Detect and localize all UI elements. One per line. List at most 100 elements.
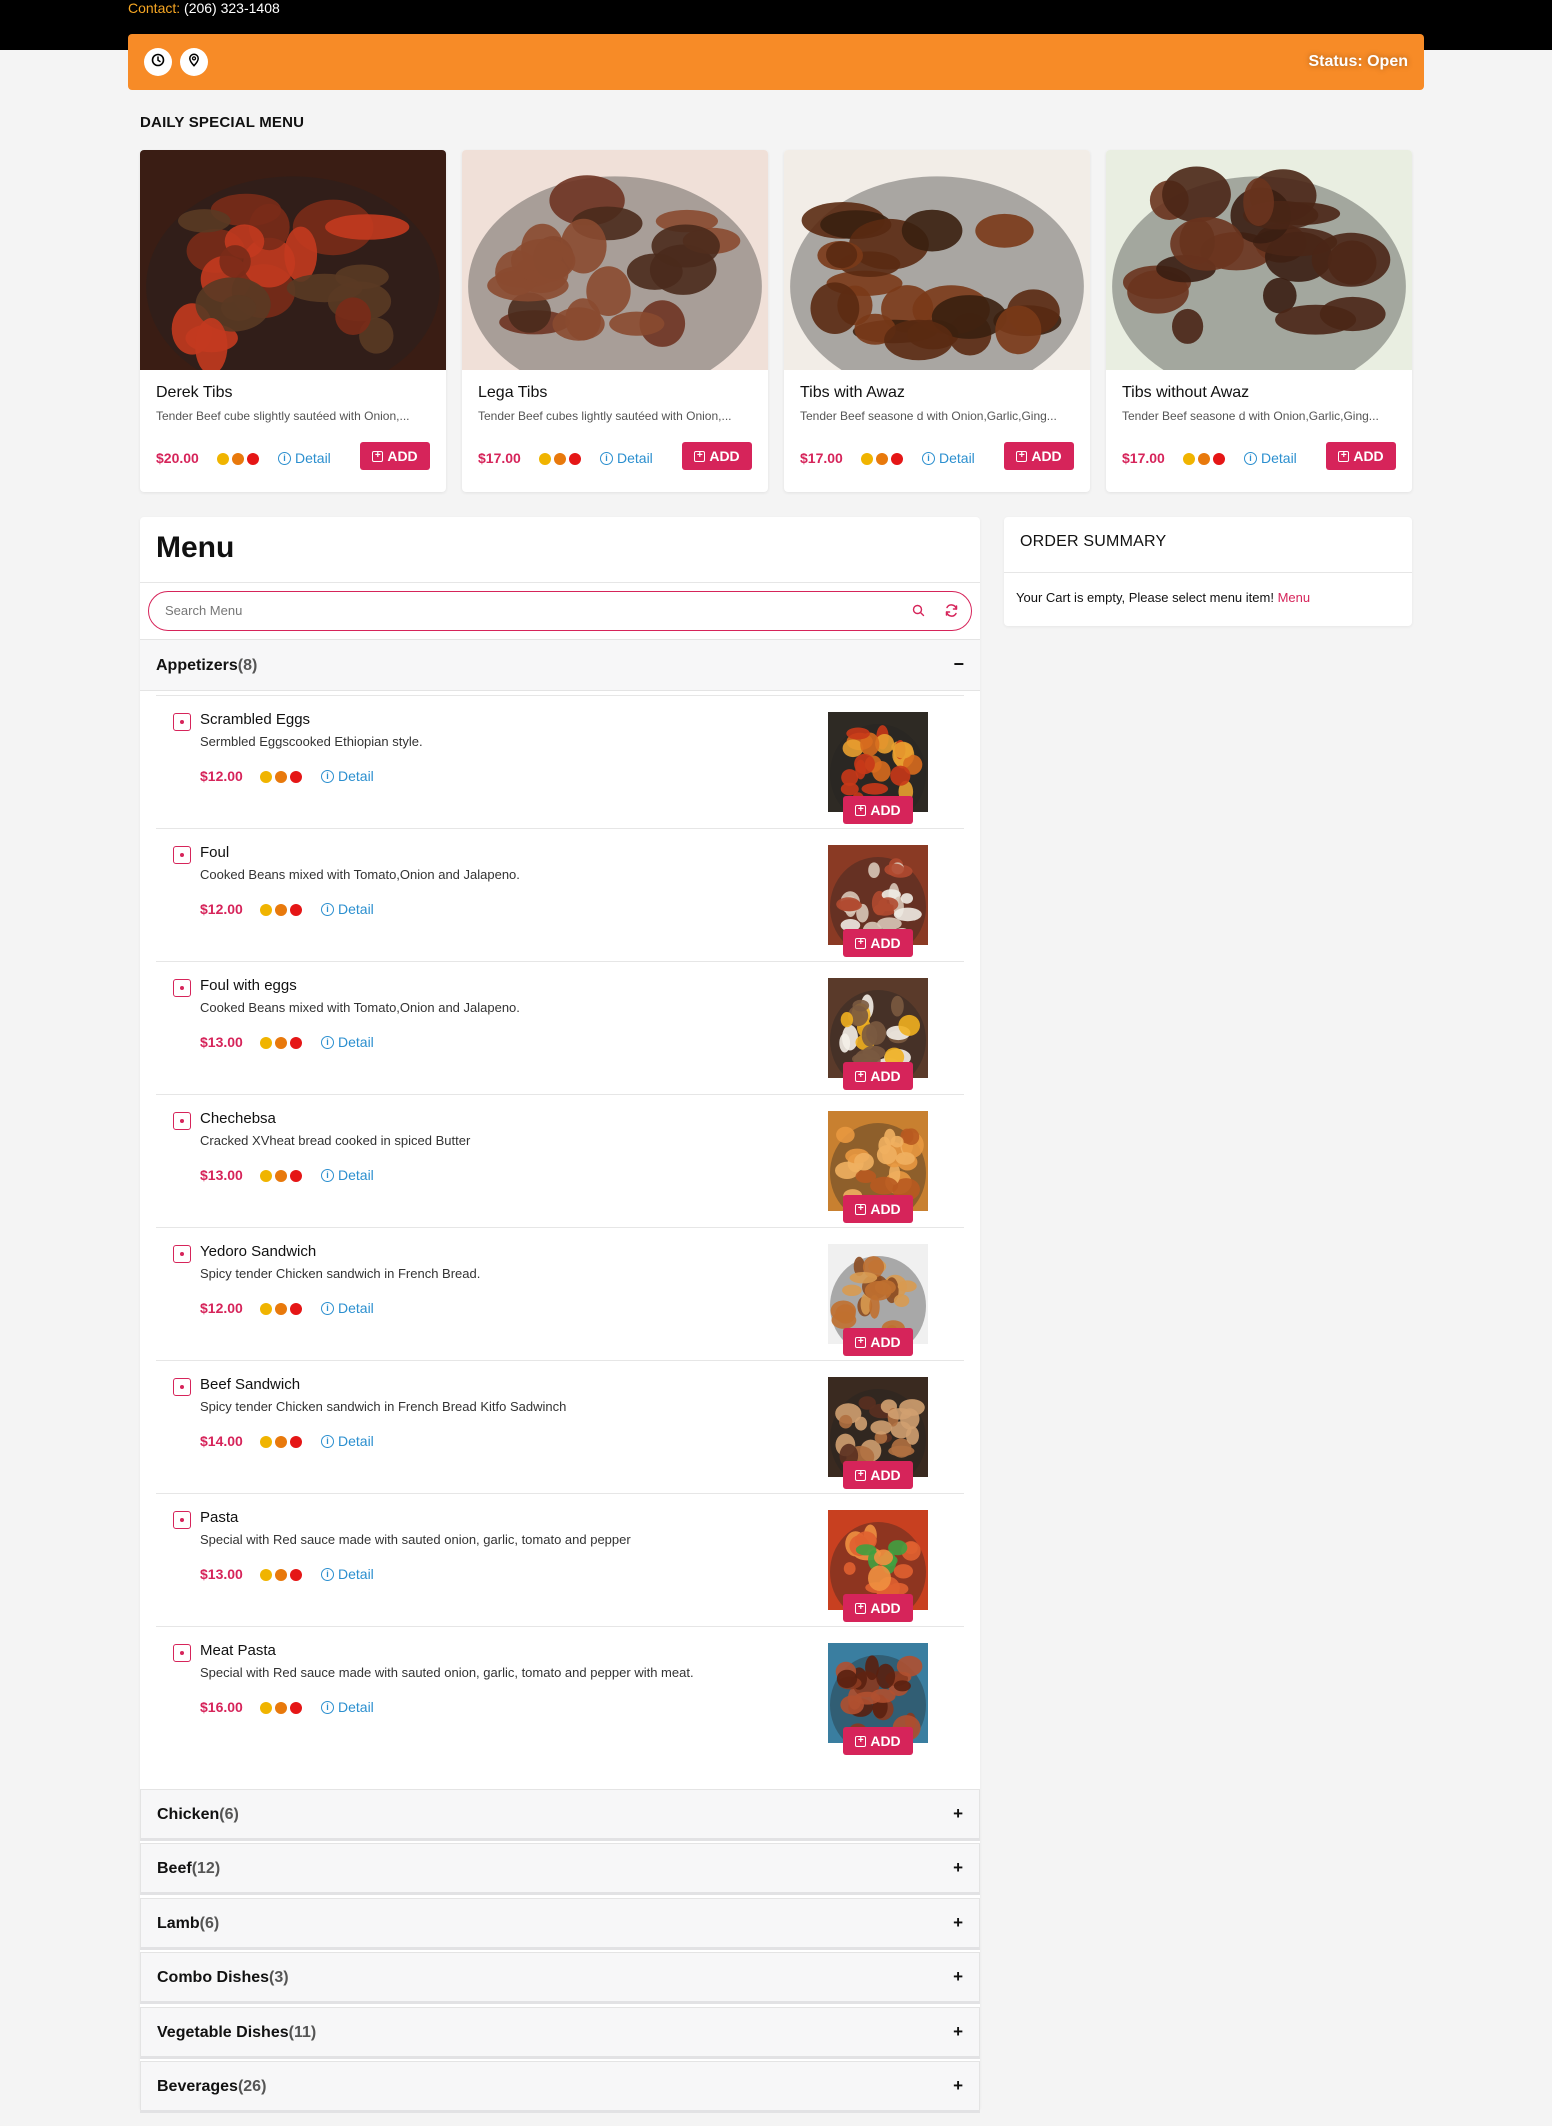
refresh-icon[interactable] — [944, 603, 959, 623]
spice-level-dot — [861, 453, 873, 465]
collapse-icon[interactable]: − — [953, 654, 964, 675]
category-header[interactable]: Vegetable Dishes(11) + — [140, 2006, 980, 2059]
category-header[interactable]: Chicken(6) + — [140, 1789, 980, 1841]
menu-item[interactable]: Pasta Special with Red sauce made with s… — [156, 1493, 964, 1626]
detail-link[interactable]: i Detail — [321, 768, 374, 784]
detail-link[interactable]: i Detail — [321, 1433, 374, 1449]
status-text: Status: Open — [1308, 53, 1408, 70]
detail-link[interactable]: i Detail — [1244, 450, 1297, 466]
contact-phone[interactable]: (206) 323-1408 — [184, 0, 280, 16]
item-description: Special with Red sauce made with sauted … — [200, 1665, 694, 1680]
category-label: Beverages(26) — [157, 2078, 266, 2096]
detail-link[interactable]: i Detail — [922, 450, 975, 466]
expand-icon[interactable]: + — [953, 1967, 963, 1987]
empty-cart-message: Your Cart is empty, Please select menu i… — [1016, 590, 1310, 605]
search-input[interactable] — [165, 592, 865, 629]
menu-item[interactable]: Scrambled Eggs Sermbled Eggscooked Ethio… — [156, 695, 964, 828]
category-header[interactable]: Beverages(26) + — [140, 2061, 980, 2113]
menu-item[interactable]: Yedoro Sandwich Spicy tender Chicken san… — [156, 1227, 964, 1360]
detail-label: Detail — [338, 1566, 374, 1582]
dish-price: $20.00 — [156, 450, 199, 466]
add-button[interactable]: + ADD — [843, 1328, 913, 1356]
add-button[interactable]: + ADD — [843, 1195, 913, 1223]
special-card[interactable]: Tibs with Awaz Tender Beef seasone d wit… — [784, 150, 1090, 492]
location-button[interactable] — [180, 48, 208, 76]
add-button[interactable]: + ADD — [843, 1461, 913, 1489]
add-button[interactable]: + ADD — [843, 1727, 913, 1755]
veg-marker-icon — [173, 1378, 191, 1396]
item-name: Yedoro Sandwich — [200, 1243, 317, 1260]
expand-icon[interactable]: + — [953, 1858, 963, 1878]
item-description: Cooked Beans mixed with Tomato,Onion and… — [200, 867, 520, 882]
detail-link[interactable]: i Detail — [321, 1699, 374, 1715]
expand-icon[interactable]: + — [953, 1913, 963, 1933]
category-count: (3) — [269, 1969, 289, 1987]
plus-square-icon: + — [372, 450, 384, 462]
spice-level-dot — [290, 1702, 302, 1714]
category-header[interactable]: Combo Dishes(3) + — [140, 1952, 980, 2005]
detail-link[interactable]: i Detail — [321, 1167, 374, 1183]
add-button[interactable]: + ADD — [843, 1594, 913, 1622]
detail-label: Detail — [338, 1300, 374, 1316]
category-name: Lamb — [157, 1914, 200, 1932]
spice-level — [260, 1436, 302, 1448]
category-count: (6) — [199, 1914, 220, 1932]
spice-level-dot — [260, 771, 272, 783]
spice-level — [1183, 453, 1225, 465]
dish-image[interactable] — [462, 150, 768, 397]
category-label: Beef(12) — [157, 1860, 220, 1878]
dish-description: Tender Beef cube slightly sautéed with O… — [156, 409, 410, 423]
special-card[interactable]: Tibs without Awaz Tender Beef seasone d … — [1106, 150, 1412, 492]
plus-square-icon: + — [855, 1735, 867, 1747]
spice-level-dot — [260, 1436, 272, 1448]
category-header-appetizers[interactable]: Appetizers(8) − — [140, 639, 980, 691]
add-button[interactable]: + ADD — [1326, 442, 1396, 470]
add-button[interactable]: + ADD — [360, 442, 430, 470]
detail-link[interactable]: i Detail — [321, 1034, 374, 1050]
expand-icon[interactable]: + — [953, 2076, 963, 2096]
detail-link[interactable]: i Detail — [600, 450, 653, 466]
hours-button[interactable] — [144, 48, 172, 76]
dish-description: Tender Beef cubes lightly sautéed with O… — [478, 409, 732, 423]
dish-image[interactable] — [784, 150, 1090, 397]
category-label: Appetizers(8) — [156, 657, 257, 675]
special-card[interactable]: Derek Tibs Tender Beef cube slightly sau… — [140, 150, 446, 492]
dish-image[interactable] — [140, 150, 446, 397]
plus-square-icon: + — [855, 804, 867, 816]
spice-level-dot — [539, 453, 551, 465]
menu-item[interactable]: Meat Pasta Special with Red sauce made w… — [156, 1626, 964, 1759]
veg-marker-icon — [173, 1245, 191, 1263]
expand-icon[interactable]: + — [953, 1804, 963, 1824]
menu-link[interactable]: Menu — [1278, 590, 1311, 605]
search-icon[interactable] — [912, 604, 925, 622]
menu-item[interactable]: Foul Cooked Beans mixed with Tomato,Onio… — [156, 828, 964, 961]
special-card[interactable]: Lega Tibs Tender Beef cubes lightly saut… — [462, 150, 768, 492]
category-header[interactable]: Beef(12) + — [140, 1843, 980, 1896]
spice-level-dot — [1213, 453, 1225, 465]
add-button[interactable]: + ADD — [682, 442, 752, 470]
add-button[interactable]: + ADD — [843, 796, 913, 824]
spice-level-dot — [275, 1037, 287, 1049]
category-header[interactable]: Lamb(6) + — [140, 1897, 980, 1950]
detail-link[interactable]: i Detail — [321, 1566, 374, 1582]
category-name: Chicken — [157, 1806, 220, 1823]
info-icon: i — [321, 902, 334, 916]
category-count: (6) — [219, 1806, 239, 1823]
info-icon: i — [321, 769, 334, 783]
add-button[interactable]: + ADD — [843, 1062, 913, 1090]
detail-link[interactable]: i Detail — [321, 1300, 374, 1316]
menu-item[interactable]: Foul with eggs Cooked Beans mixed with T… — [156, 961, 964, 1094]
item-price: $13.00 — [200, 1167, 243, 1183]
add-button[interactable]: + ADD — [1004, 442, 1074, 470]
detail-link[interactable]: i Detail — [278, 450, 331, 466]
menu-item[interactable]: Chechebsa Cracked XVheat bread cooked in… — [156, 1094, 964, 1227]
plus-square-icon: + — [855, 1469, 867, 1481]
expand-icon[interactable]: + — [953, 2022, 963, 2042]
dish-image[interactable] — [1106, 150, 1412, 397]
spice-level-dot — [290, 771, 302, 783]
item-price: $13.00 — [200, 1566, 243, 1582]
menu-item[interactable]: Beef Sandwich Spicy tender Chicken sandw… — [156, 1360, 964, 1493]
spice-level-dot — [275, 1170, 287, 1182]
add-button[interactable]: + ADD — [843, 929, 913, 957]
detail-link[interactable]: i Detail — [321, 901, 374, 917]
